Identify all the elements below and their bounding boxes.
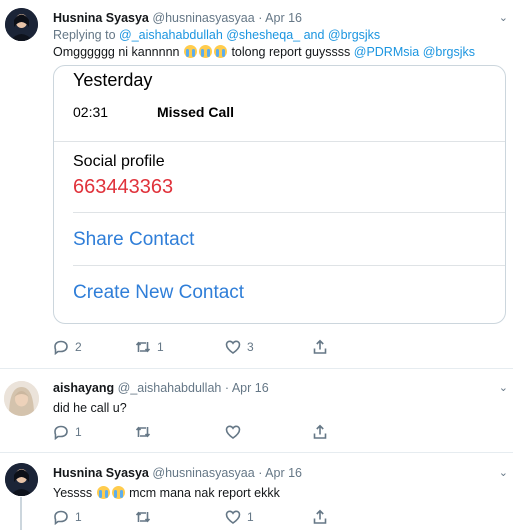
loudly-crying-face-icon	[198, 45, 212, 58]
call-type: Missed Call	[157, 104, 235, 120]
divider	[73, 212, 505, 213]
tweet-text-start: Omgggggg ni kannnnn	[53, 45, 180, 59]
divider	[73, 265, 505, 266]
replying-to-handles[interactable]: @_aishahabdullah @shesheqa_ and @brgsjks	[119, 28, 380, 42]
handle[interactable]: @_aishahabdullah	[118, 381, 222, 395]
tweet-2[interactable]: aishayang @_aishahabdullah · Apr 16 ⌄ di…	[0, 369, 513, 451]
retweet-button[interactable]	[135, 509, 157, 525]
reply-button[interactable]: 1	[53, 424, 82, 440]
reply-icon	[54, 425, 68, 440]
avatar-image	[4, 381, 39, 416]
reply-icon	[54, 340, 68, 355]
retweet-icon	[135, 341, 151, 353]
heart-icon	[225, 510, 241, 524]
call-day: Yesterday	[73, 70, 153, 90]
like-button[interactable]: 1	[225, 509, 254, 525]
create-new-contact-link: Create New Contact	[73, 282, 245, 303]
handle[interactable]: @husninasyasyaa	[152, 11, 254, 25]
call-time: 02:31	[73, 104, 109, 120]
avatar[interactable]	[5, 8, 38, 41]
tweet-header: Husnina Syasya @husninasyasyaa · Apr 16	[53, 466, 302, 480]
replying-to: Replying to @_aishahabdullah @shesheqa_ …	[53, 28, 380, 42]
timestamp[interactable]: Apr 16	[265, 466, 302, 480]
tweet-mentions[interactable]: @PDRMsia @brgsjks	[354, 45, 475, 59]
avatar[interactable]	[4, 381, 39, 416]
reply-count: 2	[75, 340, 82, 354]
tweet-text: did he call u?	[53, 401, 127, 415]
reply-icon	[54, 510, 68, 525]
phone-number: 663443363	[73, 176, 174, 198]
retweet-count: 1	[157, 340, 164, 354]
like-count: 3	[247, 340, 254, 354]
tweet-text: Yessss mcm mana nak report ekkk	[53, 486, 280, 500]
tweet-actions: 2 1 3	[53, 339, 353, 357]
separator-dot: ·	[224, 381, 230, 395]
share-contact-link: Share Contact	[73, 229, 195, 250]
tweet-header: aishayang @_aishahabdullah · Apr 16	[53, 381, 269, 395]
share-icon	[313, 509, 327, 524]
loudly-crying-face-icon	[96, 486, 110, 499]
heart-icon	[225, 425, 241, 439]
retweet-button[interactable]: 1	[135, 339, 164, 355]
tweet-1[interactable]: Husnina Syasya @husninasyasyaa · Apr 16 …	[0, 0, 513, 366]
share-icon	[313, 424, 327, 439]
chevron-down-icon[interactable]: ⌄	[499, 466, 508, 479]
separator-dot: ·	[258, 466, 263, 480]
reply-count: 1	[75, 425, 82, 439]
chevron-down-icon[interactable]: ⌄	[499, 381, 508, 394]
retweet-icon	[135, 426, 151, 438]
like-count: 1	[247, 510, 254, 524]
avatar-image	[5, 8, 38, 41]
like-button[interactable]: 3	[225, 339, 254, 355]
display-name[interactable]: aishayang	[53, 381, 114, 395]
timestamp[interactable]: Apr 16	[265, 11, 302, 25]
avatar-image	[5, 463, 38, 496]
like-button[interactable]	[225, 424, 247, 440]
loudly-crying-face-icon	[213, 45, 227, 58]
share-button[interactable]	[312, 424, 328, 440]
share-icon	[313, 339, 327, 354]
tweet-actions: 1	[53, 424, 353, 442]
reply-button[interactable]: 1	[53, 509, 82, 525]
retweet-icon	[135, 511, 151, 523]
social-profile-label: Social profile	[73, 153, 165, 170]
replying-to-label: Replying to	[53, 28, 116, 42]
tweet-text-end: mcm mana nak report ekkk	[129, 486, 280, 500]
avatar[interactable]	[5, 463, 38, 496]
loudly-crying-face-icon	[111, 486, 125, 499]
chevron-down-icon[interactable]: ⌄	[499, 11, 508, 24]
timestamp[interactable]: Apr 16	[232, 381, 269, 395]
handle[interactable]: @husninasyasyaa	[152, 466, 254, 480]
heart-icon	[225, 340, 241, 354]
tweet-text: Omgggggg ni kannnnn tolong report guysss…	[53, 45, 475, 59]
display-name[interactable]: Husnina Syasya	[53, 11, 149, 25]
divider	[54, 141, 505, 142]
separator-dot: ·	[258, 11, 263, 25]
reply-count: 1	[75, 510, 82, 524]
attached-image[interactable]: Yesterday 02:31 Missed Call Social profi…	[53, 65, 506, 324]
thread-line	[20, 497, 22, 530]
reply-button[interactable]: 2	[53, 339, 82, 355]
loudly-crying-face-icon	[183, 45, 197, 58]
tweet-3[interactable]: Husnina Syasya @husninasyasyaa · Apr 16 …	[0, 453, 513, 530]
tweet-text-end: tolong report guyssss	[231, 45, 351, 59]
retweet-button[interactable]	[135, 424, 157, 440]
display-name[interactable]: Husnina Syasya	[53, 466, 149, 480]
tweet-header: Husnina Syasya @husninasyasyaa · Apr 16	[53, 11, 302, 25]
tweet-actions: 1 1	[53, 509, 353, 527]
share-button[interactable]	[312, 509, 328, 525]
tweet-text-start: Yessss	[53, 486, 93, 500]
share-button[interactable]	[312, 339, 328, 355]
